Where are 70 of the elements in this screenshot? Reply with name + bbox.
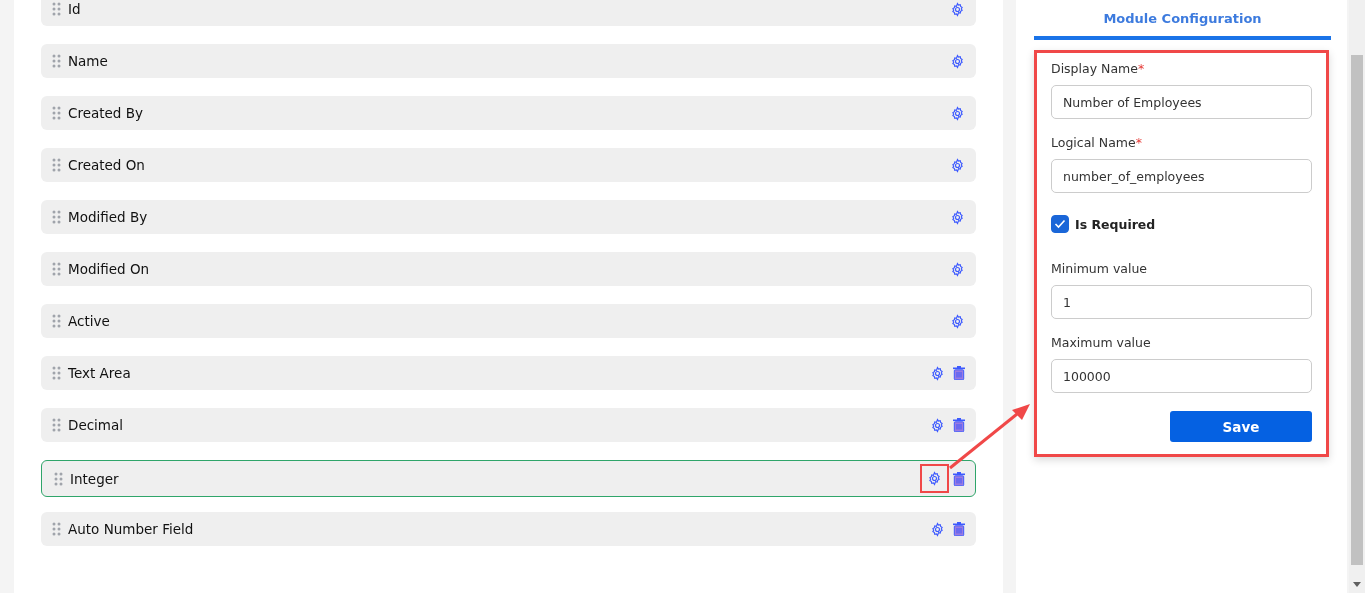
gear-icon xyxy=(927,471,942,486)
gear-icon xyxy=(950,261,965,277)
drag-handle-icon[interactable] xyxy=(52,522,61,536)
field-label: Id xyxy=(68,1,82,17)
drag-handle-icon[interactable] xyxy=(52,158,61,172)
gear-icon xyxy=(950,313,965,329)
delete-button[interactable] xyxy=(951,416,967,434)
required-mark: * xyxy=(1137,61,1145,76)
field-row[interactable]: Modified On xyxy=(41,252,976,286)
field-row[interactable]: Name xyxy=(41,44,976,78)
gear-icon xyxy=(950,1,965,17)
checkbox[interactable] xyxy=(1051,215,1069,233)
check-icon xyxy=(1054,219,1066,229)
drag-handle-icon[interactable] xyxy=(52,418,61,432)
checkbox-label: Is Required xyxy=(1075,216,1156,232)
field-label: Created By xyxy=(68,105,144,121)
drag-handle-icon[interactable] xyxy=(52,262,61,276)
trash-icon xyxy=(953,418,965,432)
field-row[interactable]: Modified By xyxy=(41,200,976,234)
field-row[interactable]: Id xyxy=(41,0,976,26)
field-label: Minimum value xyxy=(1051,261,1148,276)
field-row[interactable]: Auto Number Field xyxy=(41,512,976,546)
field-row[interactable]: Active xyxy=(41,304,976,338)
field-row[interactable]: Text Area xyxy=(41,356,976,390)
field-row[interactable]: Integer xyxy=(41,460,976,497)
module-configuration-tab[interactable]: Module Configuration xyxy=(1034,0,1331,40)
required-mark: * xyxy=(1135,135,1142,150)
gear-icon xyxy=(950,209,965,225)
field-label: Decimal xyxy=(68,417,125,433)
field-row[interactable]: Created By xyxy=(41,96,976,130)
field-label: Logical Name xyxy=(1051,135,1136,150)
save-button[interactable]: Save xyxy=(1170,411,1312,442)
drag-handle-icon[interactable] xyxy=(52,54,61,68)
input-field[interactable]: Number of Employees xyxy=(1051,85,1312,119)
gear-icon xyxy=(950,157,965,173)
drag-handle-icon[interactable] xyxy=(54,471,63,486)
input-field[interactable]: 1 xyxy=(1051,285,1312,319)
gear-icon xyxy=(930,365,945,381)
trash-icon xyxy=(953,366,965,380)
field-label: Text Area xyxy=(68,365,132,381)
drag-handle-icon[interactable] xyxy=(52,314,61,328)
drag-handle-icon[interactable] xyxy=(52,366,61,380)
gear-icon xyxy=(950,53,965,69)
field-label: Modified By xyxy=(68,209,149,225)
field-label: Modified On xyxy=(68,261,151,277)
field-row[interactable]: Created On xyxy=(41,148,976,182)
delete-button[interactable] xyxy=(951,469,967,488)
drag-handle-icon[interactable] xyxy=(52,106,61,120)
gear-icon xyxy=(950,105,965,121)
field-label: Display Name xyxy=(1051,61,1138,76)
field-row[interactable]: Decimal xyxy=(41,408,976,442)
input-field[interactable]: 100000 xyxy=(1051,359,1312,393)
gear-icon xyxy=(930,417,945,433)
field-label: Active xyxy=(68,313,111,329)
scrollbar[interactable] xyxy=(1349,0,1365,593)
field-label: Auto Number Field xyxy=(68,521,195,537)
field-label: Integer xyxy=(70,470,120,487)
trash-icon xyxy=(953,471,965,486)
gear-icon xyxy=(930,521,945,537)
field-label: Created On xyxy=(68,157,146,173)
field-label: Name xyxy=(68,53,109,69)
drag-handle-icon[interactable] xyxy=(52,210,61,224)
input-field[interactable]: number_of_employees xyxy=(1051,159,1312,193)
trash-icon xyxy=(953,522,965,536)
delete-button[interactable] xyxy=(951,520,967,538)
settings-button[interactable] xyxy=(922,466,947,491)
delete-button[interactable] xyxy=(951,364,967,382)
scroll-down-icon[interactable] xyxy=(1353,582,1361,587)
field-label: Maximum value xyxy=(1051,335,1151,350)
drag-handle-icon[interactable] xyxy=(52,2,61,16)
